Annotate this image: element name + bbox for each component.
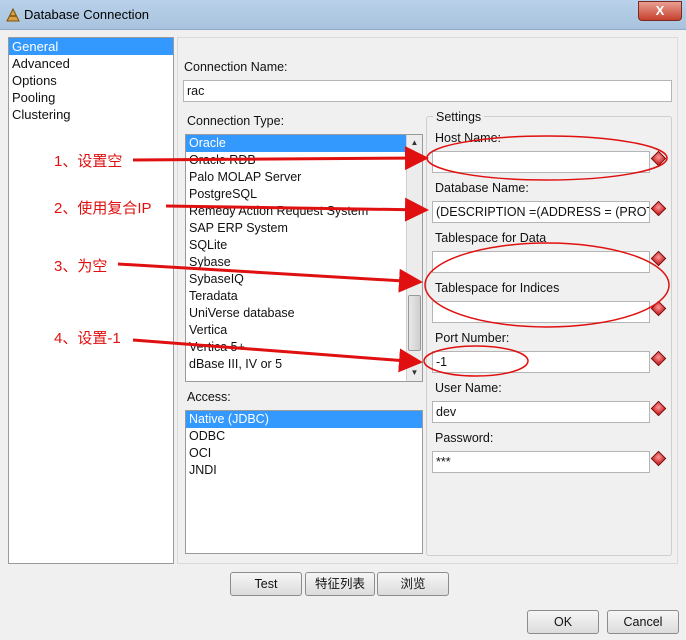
annotation-overlay [117,135,670,377]
annotation-arrow-4 [132,338,423,373]
annotation-ellipse-port [423,345,529,377]
annotation-label-4: 4、设置-1 [54,330,121,347]
annotation-label-1: 1、设置空 [54,153,123,170]
annotation-arrow-1 [132,146,429,171]
annotation-arrow-2 [165,197,429,222]
annotation-ellipse-host [426,135,668,181]
annotation-ellipse-tablespace [424,242,670,328]
annotation-label-3: 3、为空 [54,258,108,275]
annotation-arrow-3 [117,262,423,293]
annotation-label-2: 2、使用复合IP [54,200,152,217]
